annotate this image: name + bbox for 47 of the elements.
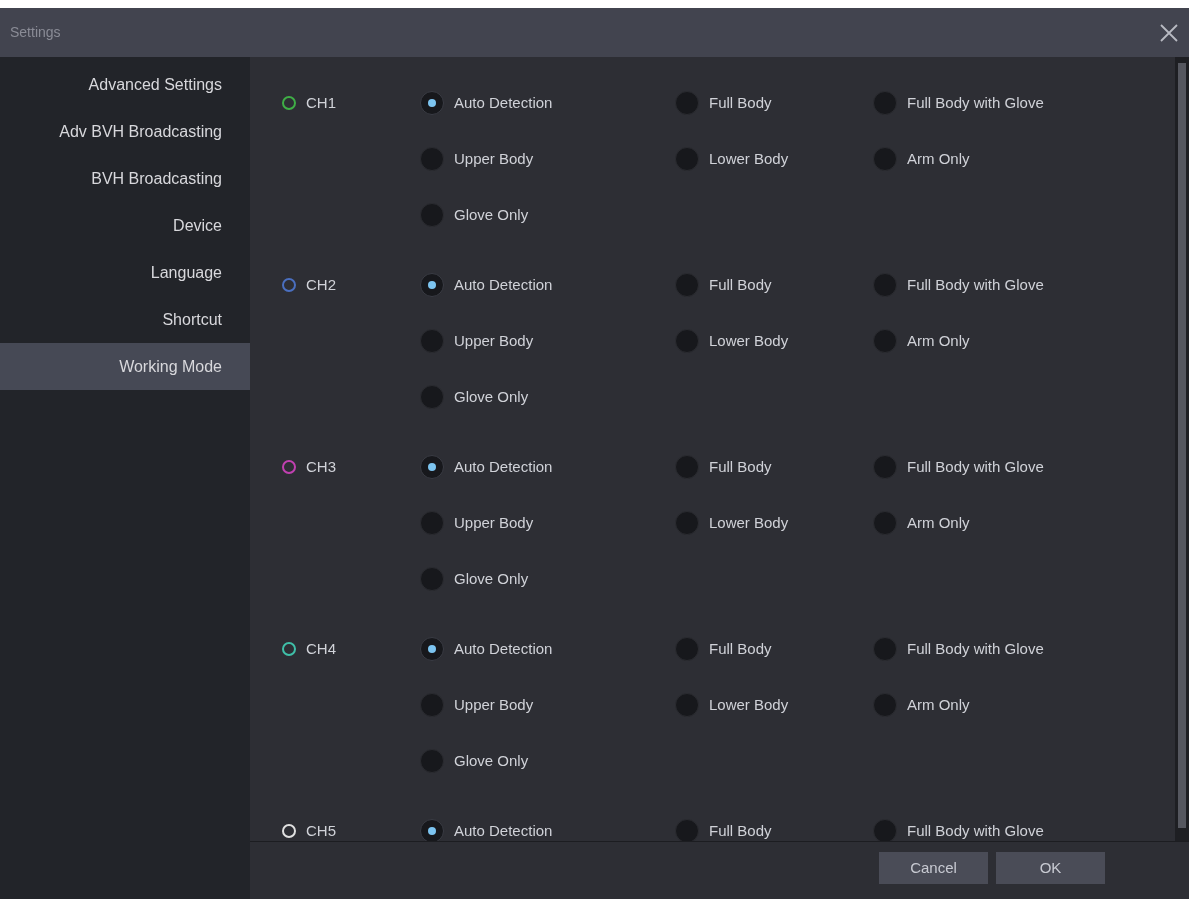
radio-option[interactable]: Glove Only xyxy=(420,551,675,607)
radio-option[interactable]: Lower Body xyxy=(675,313,873,369)
channel-label: CH2 xyxy=(306,274,336,295)
radio-option[interactable]: Full Body xyxy=(675,621,873,677)
radio-option[interactable]: Lower Body xyxy=(675,131,873,187)
radio-option[interactable]: Auto Detection xyxy=(420,803,675,841)
window-title: Settings xyxy=(10,23,61,42)
radio-option[interactable]: Full Body with Glove xyxy=(873,621,1133,677)
sidebar-item[interactable]: Working Mode xyxy=(0,343,250,390)
channel-label: CH3 xyxy=(306,456,336,477)
radio-option[interactable]: Upper Body xyxy=(420,313,675,369)
radio-option[interactable]: Full Body xyxy=(675,257,873,313)
radio-option[interactable]: Glove Only xyxy=(420,187,675,243)
dialog-button[interactable]: Cancel xyxy=(879,852,988,884)
radio-option[interactable]: Arm Only xyxy=(873,495,1133,551)
radio-option[interactable]: Glove Only xyxy=(420,733,675,789)
radio-option[interactable]: Full Body xyxy=(675,75,873,131)
radio-option[interactable]: Auto Detection xyxy=(420,257,675,313)
sidebar-item[interactable]: Language xyxy=(0,249,250,296)
radio-option[interactable]: Arm Only xyxy=(873,131,1133,187)
radio-option[interactable]: Lower Body xyxy=(675,495,873,551)
close-icon xyxy=(1159,22,1179,43)
sidebar-item[interactable]: BVH Broadcasting xyxy=(0,155,250,202)
radio-option[interactable]: Upper Body xyxy=(420,495,675,551)
channel-label: CH5 xyxy=(306,820,336,841)
sidebar-item[interactable]: Device xyxy=(0,202,250,249)
sidebar-item[interactable]: Adv BVH Broadcasting xyxy=(0,108,250,155)
channel-label: CH1 xyxy=(306,92,336,113)
radio-option[interactable]: Auto Detection xyxy=(420,621,675,677)
sidebar-item[interactable]: Shortcut xyxy=(0,296,250,343)
radio-option[interactable]: Arm Only xyxy=(873,313,1133,369)
sidebar-item[interactable]: Advanced Settings xyxy=(0,61,250,108)
radio-option[interactable]: Lower Body xyxy=(675,677,873,733)
radio-option[interactable]: Full Body with Glove xyxy=(873,257,1133,313)
radio-option[interactable]: Full Body xyxy=(675,803,873,841)
channel-label: CH4 xyxy=(306,638,336,659)
radio-option[interactable]: Arm Only xyxy=(873,677,1133,733)
dialog-button[interactable]: OK xyxy=(996,852,1105,884)
radio-option[interactable]: Upper Body xyxy=(420,677,675,733)
radio-option[interactable]: Full Body with Glove xyxy=(873,75,1133,131)
radio-option[interactable]: Auto Detection xyxy=(420,75,675,131)
radio-option[interactable]: Full Body with Glove xyxy=(873,439,1133,495)
radio-option[interactable]: Auto Detection xyxy=(420,439,675,495)
radio-option[interactable]: Full Body xyxy=(675,439,873,495)
radio-option[interactable]: Glove Only xyxy=(420,369,675,425)
radio-option[interactable]: Upper Body xyxy=(420,131,675,187)
scrollbar-thumb[interactable] xyxy=(1178,63,1186,828)
